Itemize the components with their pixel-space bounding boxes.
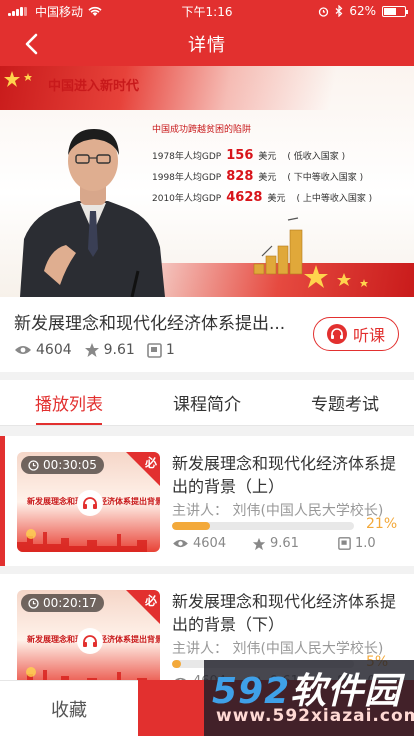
tab-bar: 播放列表 课程简介 专题考试 [0,380,414,426]
score-value: 9.61 [270,536,299,551]
credit-value: 1.0 [355,536,376,551]
listen-button[interactable]: 听课 [313,317,399,351]
gdp-row: 1998年人均GDP 828 美元 ( 下中等收入国家 ) [152,169,363,184]
alarm-icon [319,6,329,17]
book-icon [147,342,162,358]
decorative-stars-icon [304,265,368,288]
headphones-icon [326,324,347,344]
battery-icon [382,5,408,17]
lesson-thumbnail[interactable]: 必 00:30:05 新发展理念和现代化经济体系提出背景 [17,452,160,552]
video-player[interactable]: 中国进入新时代 中国成功跨越贫困的陷阱 1978年人均GDP 156 美元 ( … [0,66,414,297]
tab-course-intro[interactable]: 课程简介 [138,380,276,425]
stars-icon [4,71,32,87]
course-info: 新发展理念和现代化经济体系提出... 4604 9.61 1 听课 [0,297,414,372]
star-icon [84,343,99,357]
views-count: 4604 [193,536,227,551]
gdp-unit: 美元 [267,194,286,204]
chevron-left-icon [25,33,38,55]
lesson-title: 新发展理念和现代化经济体系提出的背景（上） [172,454,397,496]
gdp-unit: 美元 [258,173,277,183]
gdp-unit: 美元 [258,152,277,162]
wifi-icon [88,6,102,16]
lecturer-label: 主讲人： 刘伟(中国人民大学校长) [172,503,384,519]
course-stats: 4604 9.61 1 [14,342,187,358]
carrier-label: 中国移动 [35,4,84,19]
gdp-value: 828 [226,169,254,184]
book-icon [338,537,351,550]
lesson-stats: 4604 9.61 1.0 [172,536,398,551]
back-button[interactable] [18,31,44,57]
lesson-credit: 1.0 [338,536,376,551]
lesson-views: 4604 [172,536,252,551]
lecturer-label: 主讲人： 刘伟(中国人民大学校长) [172,641,384,657]
progress-bar [172,660,354,668]
score-stat: 9.61 [84,342,135,358]
score-value: 9.61 [103,342,135,358]
gdp-note: ( 下中等收入国家 ) [287,173,364,183]
duration-text: 00:20:17 [43,596,97,610]
views-stat: 4604 [14,342,72,358]
battery-percent: 62% [349,4,376,18]
lesson-item[interactable]: 必 00:30:05 新发展理念和现代化经济体系提出背景 新发展理念和现代化经济… [0,436,414,566]
status-bar: 中国移动 下午1:16 62% [0,0,414,22]
clock-icon [28,597,39,609]
gdp-value: 4628 [226,190,263,205]
banner-subtitle: 中国成功跨越贫困的陷阱 [152,125,252,135]
lesson-score: 9.61 [252,536,338,551]
tab-exam[interactable]: 专题考试 [276,380,414,425]
skyline-image [17,529,147,552]
banner-headline: 中国进入新时代 [48,79,140,94]
gdp-row: 1978年人均GDP 156 美元 ( 低收入国家 ) [152,148,345,163]
nav-bar: 详情 [0,22,414,66]
play-audio-icon [77,490,103,516]
required-badge: 必 [144,456,157,470]
presenter-image [20,129,165,297]
bottom-action-bar: 收藏 [0,680,414,736]
duration-badge: 00:20:17 [21,594,104,612]
lessons-stat: 1 [147,342,175,358]
page-title: 详情 [188,35,226,56]
coin-stack-image [253,217,303,275]
lesson-thumbnail[interactable]: 必 00:20:17 新发展理念和现代化经济体系提出背景 [17,590,160,690]
eye-icon [15,346,31,354]
duration-badge: 00:30:05 [21,456,104,474]
gdp-row: 2010年人均GDP 4628 美元 ( 上中等收入国家 ) [152,190,372,205]
clock-icon [28,459,39,471]
favorite-button[interactable]: 收藏 [0,680,138,736]
primary-action-button[interactable] [138,680,414,736]
duration-text: 00:30:05 [43,458,97,472]
required-badge: 必 [144,594,157,608]
tab-playlist[interactable]: 播放列表 [0,380,138,425]
progress-percent: 21% [366,516,398,532]
lessons-count: 1 [165,342,175,358]
gdp-note: ( 低收入国家 ) [287,152,346,162]
bluetooth-icon [335,5,343,17]
progress-bar [172,522,354,530]
play-audio-icon [77,628,103,654]
gdp-value: 156 [226,148,254,163]
signal-icon [8,6,30,16]
gdp-note: ( 上中等收入国家 ) [296,194,373,204]
star-icon [252,537,266,550]
lesson-title: 新发展理念和现代化经济体系提出的背景（下） [172,592,397,634]
views-count: 4604 [36,342,72,358]
progress-percent: 5% [366,654,389,670]
course-title: 新发展理念和现代化经济体系提出... [14,314,286,334]
eye-icon [173,539,188,548]
listen-label: 听课 [352,326,385,345]
